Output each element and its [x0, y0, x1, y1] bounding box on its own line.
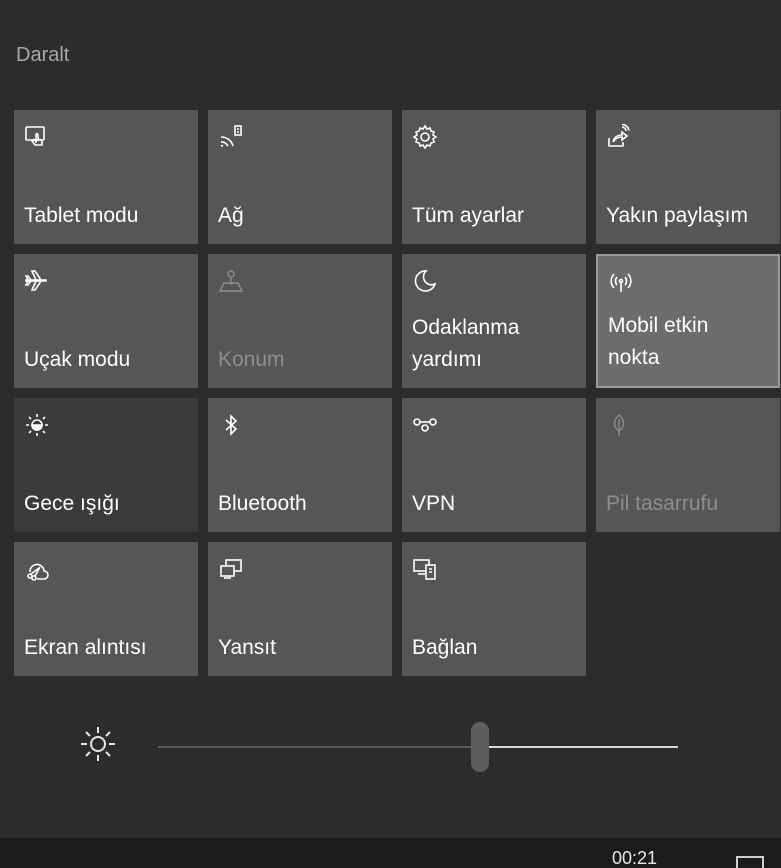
tile-night-light[interactable]: Gece ışığı	[14, 398, 198, 532]
tile-tablet-mode[interactable]: Tablet modu	[14, 110, 198, 244]
tile-label: Ekran alıntısı	[24, 636, 147, 659]
gear-icon	[412, 124, 442, 154]
tile-label: Tüm ayarlar	[412, 204, 525, 227]
vpn-icon	[412, 412, 442, 442]
tile-airplane-mode[interactable]: Uçak modu	[14, 254, 198, 388]
project-icon	[218, 556, 248, 586]
tile-battery-saver[interactable]: Pil tasarrufu	[596, 398, 780, 532]
night-light-icon	[24, 412, 54, 442]
tile-label: VPN	[412, 492, 456, 515]
taskbar: 00:21	[0, 838, 781, 868]
tile-project[interactable]: Yansıt	[208, 542, 392, 676]
tile-label: Konum	[218, 348, 285, 371]
tile-mobile-hotspot[interactable]: Mobil etkin nokta	[596, 254, 780, 388]
screen-snip-icon	[24, 556, 54, 586]
brightness-control	[0, 710, 781, 790]
clock[interactable]: 00:21	[612, 848, 657, 868]
tile-label: Ağ	[218, 204, 244, 227]
tile-label: Bağlan	[412, 636, 478, 659]
notification-icon[interactable]	[736, 856, 764, 868]
tile-screen-snip[interactable]: Ekran alıntısı	[14, 542, 198, 676]
tile-bluetooth[interactable]: Bluetooth	[208, 398, 392, 532]
tile-label: Yansıt	[218, 636, 276, 659]
tile-label: Bluetooth	[218, 492, 307, 515]
bluetooth-icon	[218, 412, 248, 442]
tile-label: Tablet modu	[24, 204, 139, 227]
brightness-track-fill	[158, 746, 481, 748]
collapse-link[interactable]: Daralt	[16, 44, 69, 67]
tile-label: Mobil etkin nokta	[608, 314, 709, 369]
battery-saver-icon	[606, 412, 636, 442]
moon-icon	[412, 268, 442, 298]
quick-actions-grid: Tablet modu Ağ Tüm ayarlar Yakın paylaşı…	[14, 110, 780, 676]
tile-location[interactable]: Konum	[208, 254, 392, 388]
tile-label: Uçak modu	[24, 348, 131, 371]
sun-icon	[78, 724, 118, 764]
network-icon	[218, 124, 248, 154]
nearby-share-icon	[606, 124, 636, 154]
tile-network[interactable]: Ağ	[208, 110, 392, 244]
tile-connect[interactable]: Bağlan	[402, 542, 586, 676]
connect-icon	[412, 556, 442, 586]
action-center: Daralt Tablet modu Ağ Tüm ayarlar Yakın …	[0, 0, 781, 868]
tile-label: Odaklanma yardımı	[412, 316, 520, 371]
tablet-mode-icon	[24, 124, 54, 154]
tile-focus-assist[interactable]: Odaklanma yardımı	[402, 254, 586, 388]
tile-all-settings[interactable]: Tüm ayarlar	[402, 110, 586, 244]
tile-label: Gece ışığı	[24, 492, 120, 515]
location-icon	[218, 268, 248, 298]
airplane-icon	[24, 268, 54, 298]
brightness-slider-thumb[interactable]	[471, 722, 490, 772]
tile-label: Yakın paylaşım	[606, 204, 749, 227]
tile-vpn[interactable]: VPN	[402, 398, 586, 532]
hotspot-icon	[608, 270, 638, 300]
tile-nearby-sharing[interactable]: Yakın paylaşım	[596, 110, 780, 244]
tile-label: Pil tasarrufu	[606, 492, 719, 515]
